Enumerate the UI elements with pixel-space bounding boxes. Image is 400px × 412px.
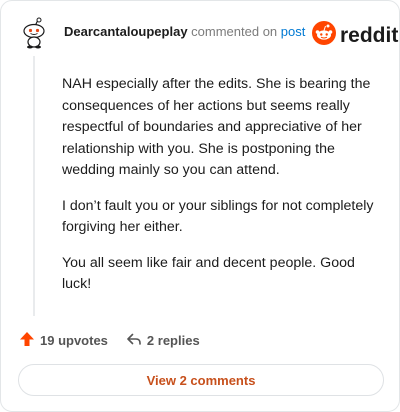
thread-line[interactable] [33, 56, 35, 316]
username[interactable]: Dearcantaloupeplay [64, 24, 188, 39]
upvote-arrow-icon [19, 331, 35, 350]
comment-actions: 19 upvotes 2 replies [19, 331, 200, 350]
view-comments-button[interactable]: View 2 comments [18, 364, 384, 396]
replies-button[interactable]: 2 replies [126, 331, 200, 350]
comment-paragraph: I don’t fault you or your siblings for n… [62, 197, 374, 236]
upvote-button[interactable]: 19 upvotes [19, 331, 108, 350]
comment-header: Dearcantaloupeplay commented on post [64, 24, 305, 39]
comment-card: Dearcantaloupeplay commented on post red… [0, 0, 400, 412]
snoo-avatar-icon[interactable] [18, 17, 50, 49]
reddit-logo[interactable]: reddit [312, 21, 398, 50]
reddit-logo-icon [312, 21, 336, 50]
reddit-wordmark: reddit [340, 23, 399, 47]
reply-arrow-icon [126, 331, 142, 350]
comment-body: NAH especially after the edits. She is b… [62, 74, 384, 310]
comment-paragraph: You all seem like fair and decent people… [62, 254, 355, 293]
replies-count: 2 replies [146, 333, 200, 348]
upvote-count: 19 upvotes [40, 333, 108, 348]
post-link[interactable]: post [281, 24, 306, 39]
commented-on-text: commented on [191, 24, 278, 39]
comment-paragraph: NAH especially after the edits. She is b… [62, 76, 371, 178]
